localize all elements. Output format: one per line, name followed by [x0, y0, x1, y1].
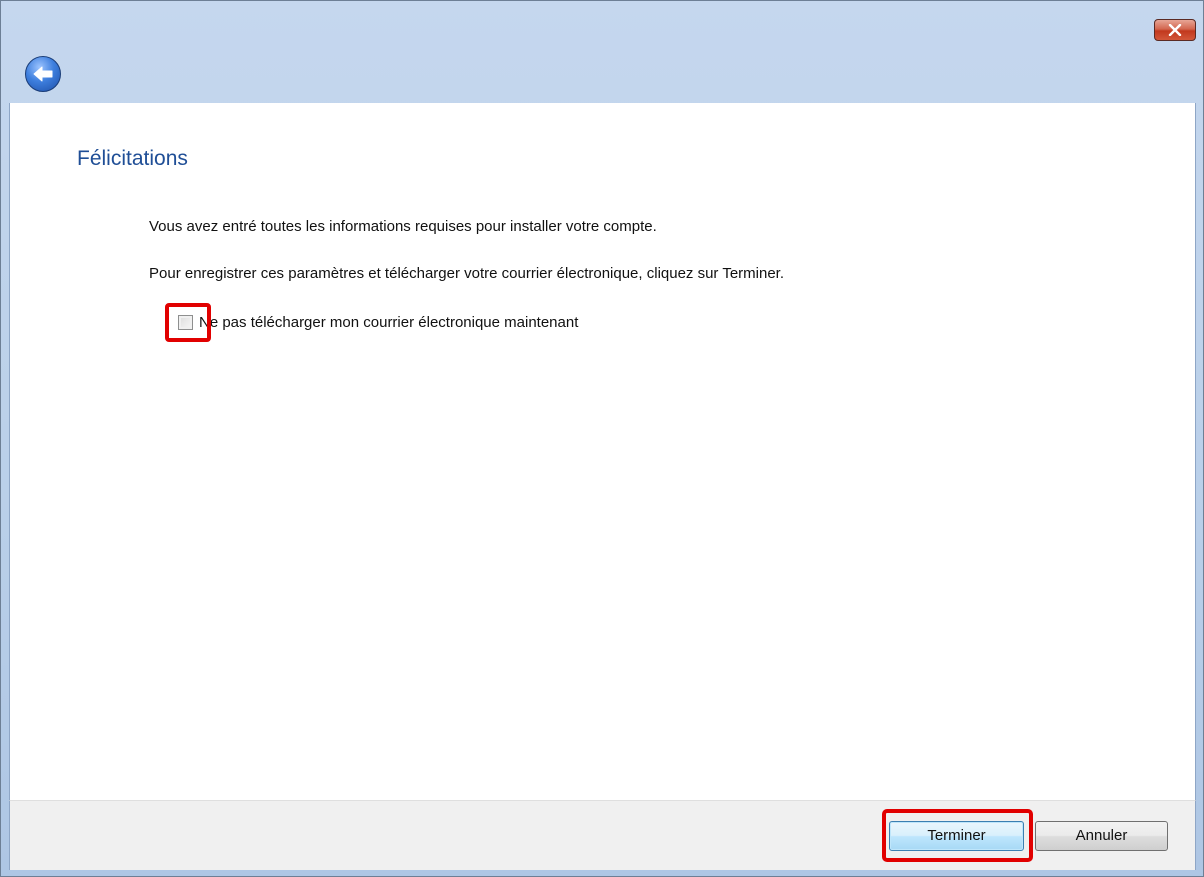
page-title: Félicitations: [77, 147, 188, 170]
finish-button[interactable]: Terminer: [889, 821, 1024, 851]
no-download-option[interactable]: Ne pas télécharger mon courrier électron…: [178, 314, 578, 331]
back-arrow-icon: [33, 66, 53, 82]
close-button[interactable]: [1154, 19, 1196, 41]
instruction-text: Pour enregistrer ces paramètres et téléc…: [149, 265, 785, 282]
no-download-label[interactable]: Ne pas télécharger mon courrier électron…: [199, 314, 578, 331]
title-bar: [1, 1, 1203, 103]
wizard-content: Félicitations Vous avez entré toutes les…: [9, 103, 1196, 800]
no-download-checkbox[interactable]: [178, 315, 193, 330]
close-icon: [1168, 24, 1182, 36]
cancel-button[interactable]: Annuler: [1035, 821, 1168, 851]
back-button[interactable]: [25, 56, 61, 92]
button-bar: Terminer Annuler: [9, 800, 1196, 870]
info-text: Vous avez entré toutes les informations …: [149, 218, 657, 235]
dialog-window: Félicitations Vous avez entré toutes les…: [0, 0, 1204, 877]
